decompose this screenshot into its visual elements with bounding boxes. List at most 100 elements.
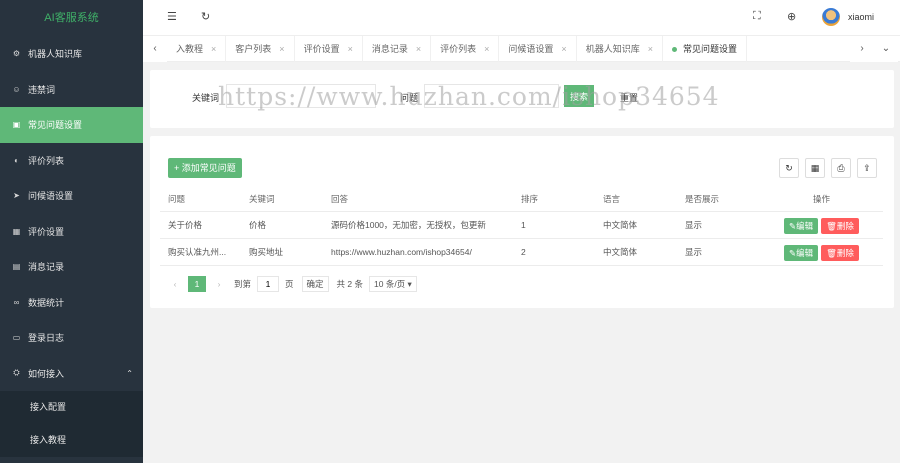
sidebar-item-label: 评价列表 xyxy=(28,155,65,166)
log-icon: ▭ xyxy=(12,333,21,343)
export-icon[interactable]: ⇪ xyxy=(857,158,877,178)
keyword-label: 关键词 xyxy=(192,93,220,103)
tab-scroll-left-icon[interactable]: ‹ xyxy=(143,36,167,62)
globe-icon[interactable]: ⊕ xyxy=(787,10,796,23)
sidebar-menu: ⚙ 机器人知识库 ☺ 违禁词 ▣ 常见问题设置 ◐ 评价列表 ➤ 问候语设置 ▦ 评价设置 ▤ 消息记录 ∞… xyxy=(0,36,143,391)
table-header-row: 问题 关键词 回答 排序 语言 是否展示 操作 xyxy=(160,187,883,212)
cell-keyword: 购买地址 xyxy=(249,247,284,257)
tab-3[interactable]: 消息记录 × xyxy=(363,36,432,62)
tab-0[interactable]: 入教程 × xyxy=(167,36,227,62)
cell-language: 中文简体 xyxy=(603,247,638,257)
cell-sort: 1 xyxy=(521,220,526,230)
page-number-current[interactable]: 1 xyxy=(188,276,206,292)
refresh-icon[interactable]: ↻ xyxy=(201,10,210,23)
question-input[interactable] xyxy=(424,84,559,108)
username[interactable]: xiaomi xyxy=(848,12,874,22)
tab-6[interactable]: 机器人知识库 × xyxy=(577,36,663,62)
reset-button[interactable]: 重置 xyxy=(620,91,638,104)
tab-5[interactable]: 问候语设置 × xyxy=(499,36,577,62)
calendar-icon: ▦ xyxy=(12,226,21,236)
cell-question: 购买认准九州... xyxy=(168,247,227,257)
column-header-sort: 排序 xyxy=(521,194,539,204)
chevron-up-icon: ⌃ xyxy=(126,368,133,378)
forbidden-icon: ☺ xyxy=(12,84,21,94)
cell-answer: 源码价格1000，无加密，无授权，包更新 xyxy=(331,220,486,230)
fullscreen-icon[interactable]: ⛶ xyxy=(753,10,761,23)
tab-1[interactable]: 客户列表 × xyxy=(226,36,295,62)
sidebar-item-5[interactable]: ▦ 评价设置 xyxy=(0,214,143,250)
menu-toggle-icon[interactable]: ☰ xyxy=(167,10,177,23)
sidebar-item-label: 如何接入 xyxy=(28,368,65,379)
column-header-show: 是否展示 xyxy=(685,194,720,204)
cell-sort: 2 xyxy=(521,247,526,257)
next-page-icon[interactable]: › xyxy=(212,279,226,289)
search-button[interactable]: 搜索 xyxy=(564,85,595,107)
rating-list-icon: ◐ xyxy=(14,155,19,165)
column-header-language: 语言 xyxy=(603,194,621,204)
sidebar-item-4[interactable]: ➤ 问候语设置 xyxy=(0,178,143,214)
sidebar-item-6[interactable]: ▤ 消息记录 xyxy=(0,249,143,285)
active-tab-dot xyxy=(671,47,677,53)
sidebar-item-label: 违禁词 xyxy=(28,84,56,95)
table-row: 关于价格 价格 源码价格1000，无加密，无授权，包更新 1 中文简体 显示 ✎… xyxy=(160,212,883,239)
tab-label: 机器人知识库 xyxy=(585,44,640,54)
tab-close-icon[interactable]: × xyxy=(416,44,421,54)
add-faq-button[interactable]: + 添加常见问题 xyxy=(168,158,242,178)
app-logo: AI客服系统 xyxy=(44,12,99,24)
sidebar-item-3[interactable]: ◐ 评价列表 xyxy=(0,143,143,179)
cell-show: 显示 xyxy=(685,247,703,257)
tab-close-icon[interactable]: × xyxy=(484,44,489,54)
tab-label: 常见问题设置 xyxy=(682,44,737,54)
sidebar-submenu: 接入配置 接入教程 xyxy=(0,391,143,457)
sidebar-item-label: 消息记录 xyxy=(28,262,65,273)
sidebar-subitem-access-config[interactable]: 接入配置 xyxy=(0,391,143,424)
send-icon: ➤ xyxy=(13,191,20,201)
tab-7[interactable]: 常见问题设置 xyxy=(663,36,747,62)
keyword-input[interactable] xyxy=(226,84,376,108)
sidebar-item-1[interactable]: ☺ 违禁词 xyxy=(0,72,143,108)
sidebar-item-9[interactable]: ⛭ 如何接入 ⌃ xyxy=(0,356,143,392)
tab-2[interactable]: 评价设置 × xyxy=(295,36,363,62)
columns-icon[interactable]: ▦ xyxy=(805,158,825,178)
cell-question: 关于价格 xyxy=(168,220,203,230)
delete-button[interactable]: 🗑删除 xyxy=(821,244,859,261)
tab-close-icon[interactable]: × xyxy=(211,44,216,54)
sidebar-item-8[interactable]: ▭ 登录日志 xyxy=(0,320,143,356)
sidebar-item-7[interactable]: ∞ 数据统计 xyxy=(0,285,143,321)
edit-button[interactable]: ✎编辑 xyxy=(784,244,819,261)
cell-keyword: 价格 xyxy=(249,220,267,230)
delete-button[interactable]: 🗑删除 xyxy=(821,217,859,234)
print-icon[interactable]: ⎙ xyxy=(831,158,851,178)
tab-close-icon[interactable]: × xyxy=(648,44,653,54)
tab-label: 客户列表 xyxy=(235,44,272,54)
tab-close-icon[interactable]: × xyxy=(561,44,566,54)
faq-table: 问题 关键词 回答 排序 语言 是否展示 操作 关于价格 价格 源码价格1000… xyxy=(160,187,883,266)
page-input[interactable] xyxy=(257,276,280,292)
avatar[interactable] xyxy=(822,8,840,26)
sidebar-subitem-access-tutorial[interactable]: 接入教程 xyxy=(0,424,143,457)
page-unit-label: 页 xyxy=(285,279,294,289)
tab-4[interactable]: 评价列表 × xyxy=(431,36,500,62)
cell-actions: ✎编辑 🗑删除 xyxy=(784,239,862,265)
column-header-keyword: 关键词 xyxy=(249,194,275,204)
faq-icon: ▣ xyxy=(12,120,21,130)
edit-button[interactable]: ✎编辑 xyxy=(784,217,819,234)
question-label: 问题 xyxy=(400,93,419,103)
tab-label: 评价设置 xyxy=(303,44,340,54)
tab-label: 评价列表 xyxy=(440,44,477,54)
prev-page-icon[interactable]: ‹ xyxy=(168,279,182,289)
sidebar-item-2[interactable]: ▣ 常见问题设置 xyxy=(0,107,143,143)
sidebar-item-0[interactable]: ⚙ 机器人知识库 xyxy=(0,36,143,72)
cell-language: 中文简体 xyxy=(603,220,638,230)
column-header-actions: 操作 xyxy=(813,194,831,204)
sidebar-item-label: 登录日志 xyxy=(28,333,65,344)
total-count: 共 2 条 xyxy=(336,279,363,289)
tab-close-icon[interactable]: × xyxy=(348,44,353,54)
page-size-select[interactable]: 10 条/页 ▾ xyxy=(369,276,417,292)
tab-scroll-right-icon[interactable]: › xyxy=(850,36,874,62)
tab-menu-chevron-down-icon[interactable]: ⌄ xyxy=(874,36,898,62)
tab-label: 入教程 xyxy=(176,44,204,54)
page-confirm-button[interactable]: 确定 xyxy=(301,276,329,292)
tab-close-icon[interactable]: × xyxy=(279,44,284,54)
refresh-table-icon[interactable]: ↻ xyxy=(779,158,799,178)
